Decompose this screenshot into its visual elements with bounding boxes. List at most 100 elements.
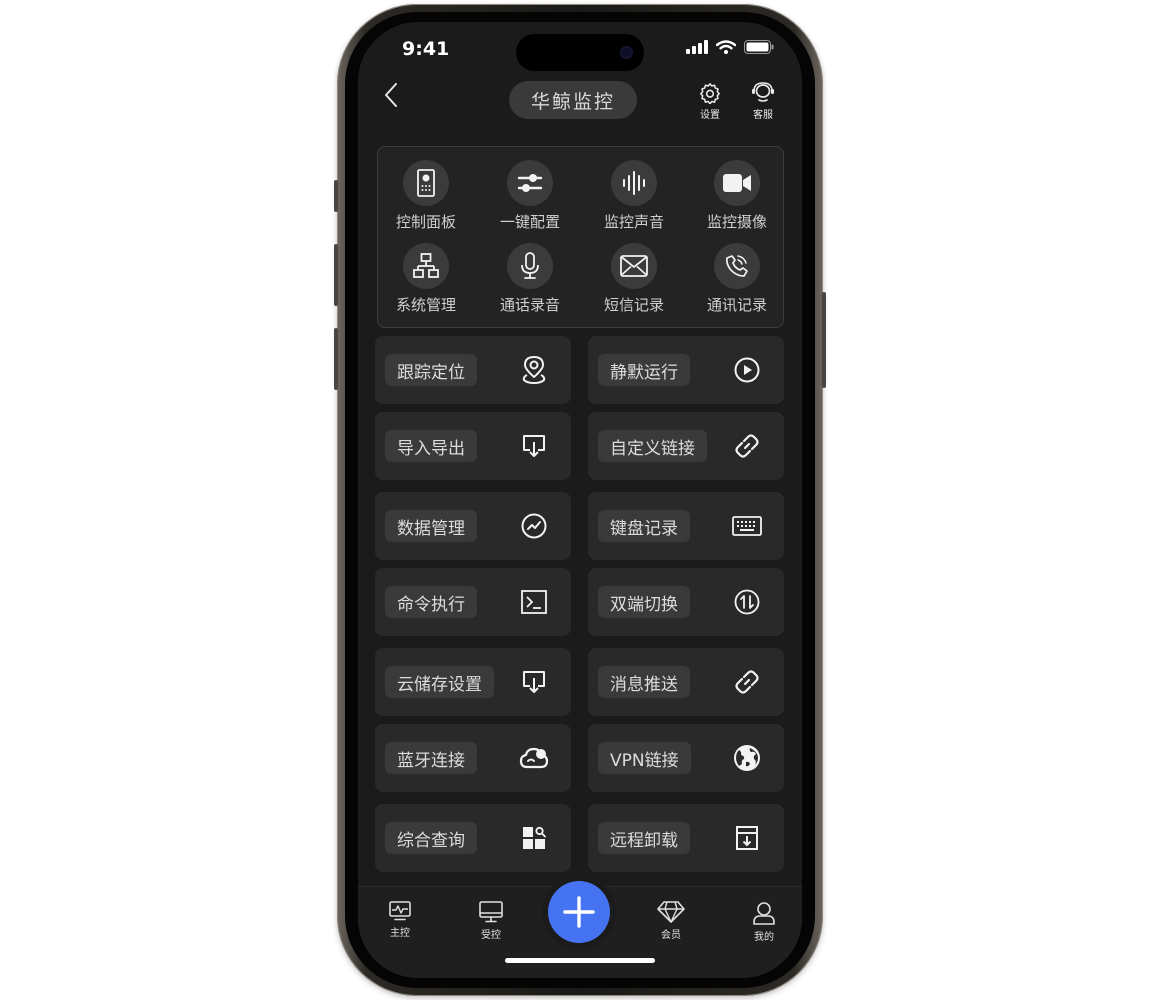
action-card-dual-switch[interactable]: 双端切换 [588,568,784,636]
chevron-left-icon [385,83,397,107]
action-card-cloud-storage[interactable]: 云储存设置 [375,648,571,716]
action-card-keyboard-log[interactable]: 键盘记录 [588,492,784,560]
tab-controlled[interactable]: 受控 [471,901,511,941]
action-icon-wrap [732,355,762,385]
action-label: 双端切换 [598,586,690,618]
action-card-data-management[interactable]: 数据管理 [375,492,571,560]
feature-icon-bg [507,160,553,206]
tab-master[interactable]: 主控 [380,901,420,939]
action-label: 消息推送 [598,666,690,698]
feature-icon-bg [507,243,553,289]
video-camera-icon [723,174,751,192]
tab-label: 我的 [754,932,774,943]
feature-monitor-sound[interactable]: 监控声音 [586,160,682,232]
feature-monitor-camera[interactable]: 监控摄像 [689,160,785,232]
app-screen: 9:41 华鲸监控 设置 客服 控制面板 一键配置 监控声音 监控摄像 系统管理… [358,22,802,978]
power-button [822,292,826,388]
feature-icon-bg [714,160,760,206]
action-card-comprehensive-query[interactable]: 综合查询 [375,804,571,872]
battery-icon [744,40,774,54]
grid-search-icon [523,826,546,849]
action-label: 静默运行 [598,354,690,386]
keyboard-icon [732,516,762,536]
envelope-icon [620,255,648,277]
desktop-icon [479,901,503,923]
page-title: 华鲸监控 [509,81,637,119]
feature-icon-bg [714,243,760,289]
action-card-vpn[interactable]: VPN链接 [588,724,784,792]
dynamic-island [516,34,644,71]
action-label: 综合查询 [385,822,477,854]
feature-panel: 控制面板 一键配置 监控声音 监控摄像 系统管理 通话录音 短信记录 通讯记录 [377,146,784,328]
tab-label: 主控 [390,928,410,939]
location-pin-icon [522,356,546,385]
feature-label: 监控声音 [603,213,664,231]
microphone-icon [521,252,539,279]
tab-membership[interactable]: 会员 [651,901,691,941]
action-label: 蓝牙连接 [385,742,477,774]
person-icon [753,902,775,925]
diamond-icon [657,901,685,923]
action-icon-wrap [732,587,762,617]
feature-one-key-config[interactable]: 一键配置 [482,160,578,232]
action-icon-wrap [519,823,549,853]
action-icon-wrap [732,667,762,697]
remote-control-icon [417,169,435,197]
action-card-silent-run[interactable]: 静默运行 [588,336,784,404]
action-card-tracking[interactable]: 跟踪定位 [375,336,571,404]
feature-system-management[interactable]: 系统管理 [378,243,474,315]
action-label: 远程卸载 [598,822,690,854]
action-card-push-message[interactable]: 消息推送 [588,648,784,716]
home-indicator[interactable] [505,958,655,963]
action-icon-wrap [519,511,549,541]
feature-call-recording[interactable]: 通话录音 [482,243,578,315]
plus-icon [563,896,595,928]
feature-label: 系统管理 [395,296,456,314]
feature-control-panel[interactable]: 控制面板 [378,160,474,232]
support-label: 客服 [753,110,773,121]
network-icon [413,253,439,278]
action-icon-wrap [732,823,762,853]
feature-call-log[interactable]: 通讯记录 [689,243,785,315]
settings-button[interactable]: 设置 [692,82,728,126]
add-button[interactable] [548,881,610,943]
volume-up-button [334,244,338,306]
mute-switch [334,180,338,212]
volume-down-button [334,328,338,390]
action-card-bluetooth[interactable]: 蓝牙连接 [375,724,571,792]
feature-label: 一键配置 [499,213,560,231]
action-icon-wrap [519,355,549,385]
front-camera [620,46,633,59]
action-label: 键盘记录 [598,510,690,542]
headset-icon [752,82,774,102]
sound-wave-icon [623,171,645,195]
support-button[interactable]: 客服 [745,82,781,126]
back-button[interactable] [376,80,406,110]
feature-icon-bg [611,160,657,206]
status-time: 9:41 [402,38,450,60]
action-card-remote-uninstall[interactable]: 远程卸载 [588,804,784,872]
action-icon-wrap [519,587,549,617]
action-label: VPN链接 [598,742,691,774]
feature-sms-records[interactable]: 短信记录 [586,243,682,315]
cloud-icon [519,747,549,769]
action-card-custom-link[interactable]: 自定义链接 [588,412,784,480]
action-card-command[interactable]: 命令执行 [375,568,571,636]
phone-call-icon [725,255,748,277]
action-icon-wrap [519,743,549,773]
feature-icon-bg [611,243,657,289]
sliders-icon [517,174,543,192]
uninstall-box-icon [736,826,758,850]
tab-mine[interactable]: 我的 [744,901,784,943]
feature-label: 通讯记录 [706,296,767,314]
action-card-import-export[interactable]: 导入导出 [375,412,571,480]
action-icon-wrap [732,511,762,541]
feature-label: 短信记录 [603,296,664,314]
download-tray-icon [523,671,545,693]
wifi-icon [716,40,736,54]
action-label: 命令执行 [385,586,477,618]
action-icon-wrap [732,743,762,773]
action-label: 云储存设置 [385,666,494,698]
tab-label: 会员 [661,930,681,941]
action-label: 导入导出 [385,430,477,462]
